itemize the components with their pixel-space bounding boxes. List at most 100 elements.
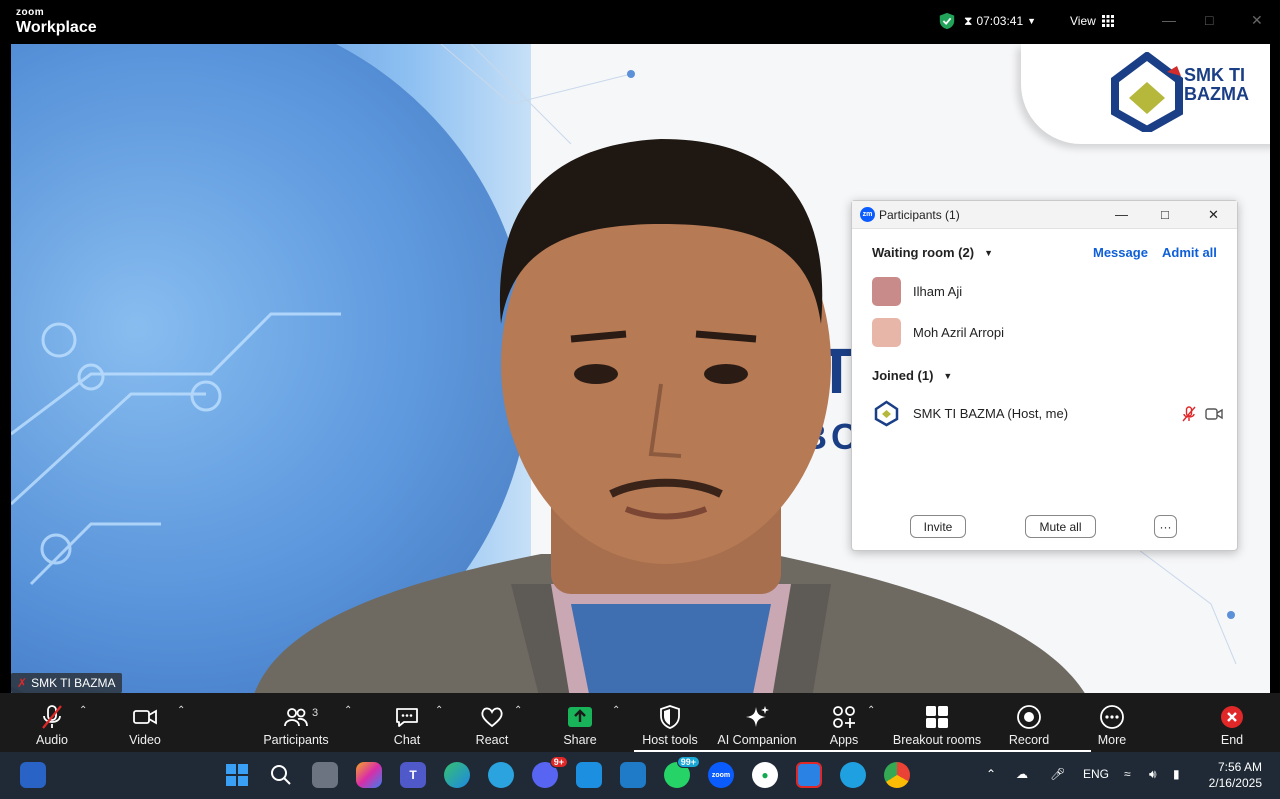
participants-label: Participants: [263, 733, 329, 747]
chat-options-caret[interactable]: ⌃: [435, 705, 443, 716]
minimize-icon[interactable]: —: [1162, 12, 1176, 28]
close-icon[interactable]: ✕: [1251, 12, 1263, 29]
wifi-icon[interactable]: ≈: [1124, 767, 1131, 781]
logo-line1: SMK TI: [1184, 65, 1245, 85]
cloud-offline-icon[interactable]: ☁: [1016, 767, 1028, 781]
participants-panel: zm Participants (1) — □ ✕ Waiting room (…: [851, 200, 1238, 551]
name-tag-label: SMK TI BAZMA: [31, 676, 116, 690]
record-label: Record: [1008, 733, 1050, 747]
apps-options-caret[interactable]: ⌃: [867, 705, 875, 716]
share-options-caret[interactable]: ⌃: [612, 705, 620, 716]
task-view-icon[interactable]: [312, 762, 338, 788]
timer-value: 07:03:41: [976, 14, 1024, 28]
browser-app-icon[interactable]: [840, 762, 866, 788]
telegram-icon[interactable]: [488, 762, 514, 788]
video-camera-icon[interactable]: [1205, 407, 1223, 421]
mongodb-compass-icon[interactable]: ●: [752, 762, 778, 788]
title-bar: zoom Workplace ⧗ 07:03:41 ▼ View — □ ✕: [0, 0, 1280, 44]
chevron-down-icon: ▼: [984, 247, 993, 258]
apps-label: Apps: [829, 733, 859, 747]
more-label: More: [1097, 733, 1127, 747]
widgets-icon[interactable]: [20, 762, 46, 788]
video-camera-icon: [133, 709, 157, 725]
joined-header[interactable]: Joined (1) ▼: [872, 368, 952, 383]
more-options-button[interactable]: ···: [1154, 515, 1177, 538]
battery-icon[interactable]: ▮: [1173, 767, 1180, 781]
host-tools-button[interactable]: Host tools: [640, 693, 700, 752]
windows-start-icon[interactable]: [224, 762, 250, 788]
tray-chevron-up-icon[interactable]: ⌃: [986, 767, 996, 781]
end-meeting-button[interactable]: End: [1216, 693, 1248, 752]
microphone-icon[interactable]: 🎤︎: [1050, 767, 1065, 781]
audio-label: Audio: [36, 733, 68, 747]
chrome-icon[interactable]: [884, 762, 910, 788]
more-button[interactable]: More: [1094, 693, 1130, 752]
react-button[interactable]: React: [475, 693, 509, 752]
teams-icon[interactable]: T: [400, 762, 426, 788]
waiting-participant-row[interactable]: Moh Azril Arropi: [872, 318, 1004, 347]
mic-muted-icon: ✗: [17, 676, 28, 690]
video-options-caret[interactable]: ⌃: [177, 705, 185, 716]
sync-app-icon[interactable]: [576, 762, 602, 788]
panel-close-icon[interactable]: ✕: [1208, 207, 1219, 223]
ai-companion-label: AI Companion: [717, 733, 797, 747]
apps-button[interactable]: Apps: [829, 693, 859, 752]
record-icon: [1017, 705, 1041, 729]
maximize-icon[interactable]: □: [1205, 12, 1213, 28]
discord-icon[interactable]: 9+: [532, 756, 568, 788]
video-name-tag: ✗ SMK TI BAZMA: [11, 673, 122, 693]
vscode-icon[interactable]: [620, 762, 646, 788]
admit-all-link[interactable]: Admit all: [1162, 245, 1217, 260]
school-logo-text: SMK TI BAZMA: [1184, 66, 1249, 104]
react-label: React: [475, 733, 509, 747]
breakout-rooms-icon: [926, 706, 948, 728]
participant-name: SMK TI BAZMA (Host, me): [913, 406, 1069, 421]
share-button[interactable]: Share: [563, 693, 597, 752]
joined-participant-row[interactable]: SMK TI BAZMA (Host, me): [872, 399, 1068, 428]
audio-options-caret[interactable]: ⌃: [79, 705, 87, 716]
share-label: Share: [563, 733, 597, 747]
meeting-toolbar: Audio ⌃ Video ⌃ Participants 3 ⌃ Chat ⌃ …: [0, 693, 1280, 752]
more-icon: [1100, 705, 1124, 729]
video-button[interactable]: Video: [127, 693, 163, 752]
mic-muted-icon[interactable]: [1181, 406, 1197, 422]
system-clock[interactable]: 7:56 AM 2/16/2025: [1200, 760, 1262, 791]
view-label: View: [1070, 14, 1096, 28]
record-button[interactable]: Record: [1009, 693, 1049, 752]
message-link[interactable]: Message: [1093, 245, 1148, 260]
invite-button[interactable]: Invite: [910, 515, 966, 538]
end-call-icon: [1221, 706, 1243, 728]
participants-button[interactable]: Participants: [263, 693, 329, 752]
participants-options-caret[interactable]: ⌃: [344, 705, 352, 716]
avatar: [872, 318, 901, 347]
meeting-timer[interactable]: ⧗ 07:03:41 ▼: [964, 14, 1036, 29]
avatar: [872, 399, 901, 428]
chevron-down-icon: ▼: [943, 370, 953, 381]
waiting-participant-row[interactable]: Ilham Aji: [872, 277, 962, 306]
edge-icon[interactable]: [444, 762, 470, 788]
view-button[interactable]: View: [1070, 14, 1114, 28]
panel-maximize-icon[interactable]: □: [1161, 207, 1169, 222]
chat-button[interactable]: Chat: [392, 693, 422, 752]
joined-label: Joined (1): [872, 368, 934, 383]
breakout-rooms-button[interactable]: Breakout rooms: [891, 693, 983, 752]
host-tools-label: Host tools: [642, 733, 698, 747]
copilot-icon[interactable]: [356, 762, 382, 788]
discord-badge: 9+: [549, 756, 568, 768]
mic-muted-icon: [42, 705, 62, 729]
encryption-shield-icon[interactable]: [938, 12, 956, 30]
mute-all-button[interactable]: Mute all: [1025, 515, 1096, 538]
active-app-icon[interactable]: [796, 762, 822, 788]
zoom-icon[interactable]: zoom: [708, 762, 734, 788]
speaker-icon[interactable]: 🔊︎: [1149, 767, 1157, 782]
waiting-room-header[interactable]: Waiting room (2) ▼: [872, 245, 993, 260]
whatsapp-badge: 99+: [676, 756, 700, 768]
panel-minimize-icon[interactable]: —: [1115, 207, 1128, 222]
breakout-rooms-label: Breakout rooms: [892, 733, 982, 747]
language-indicator[interactable]: ENG: [1083, 767, 1109, 781]
ai-companion-button[interactable]: AI Companion: [716, 693, 798, 752]
react-options-caret[interactable]: ⌃: [514, 705, 522, 716]
whatsapp-icon[interactable]: 99+: [664, 756, 700, 788]
audio-button[interactable]: Audio: [34, 693, 70, 752]
search-icon[interactable]: [268, 762, 294, 788]
